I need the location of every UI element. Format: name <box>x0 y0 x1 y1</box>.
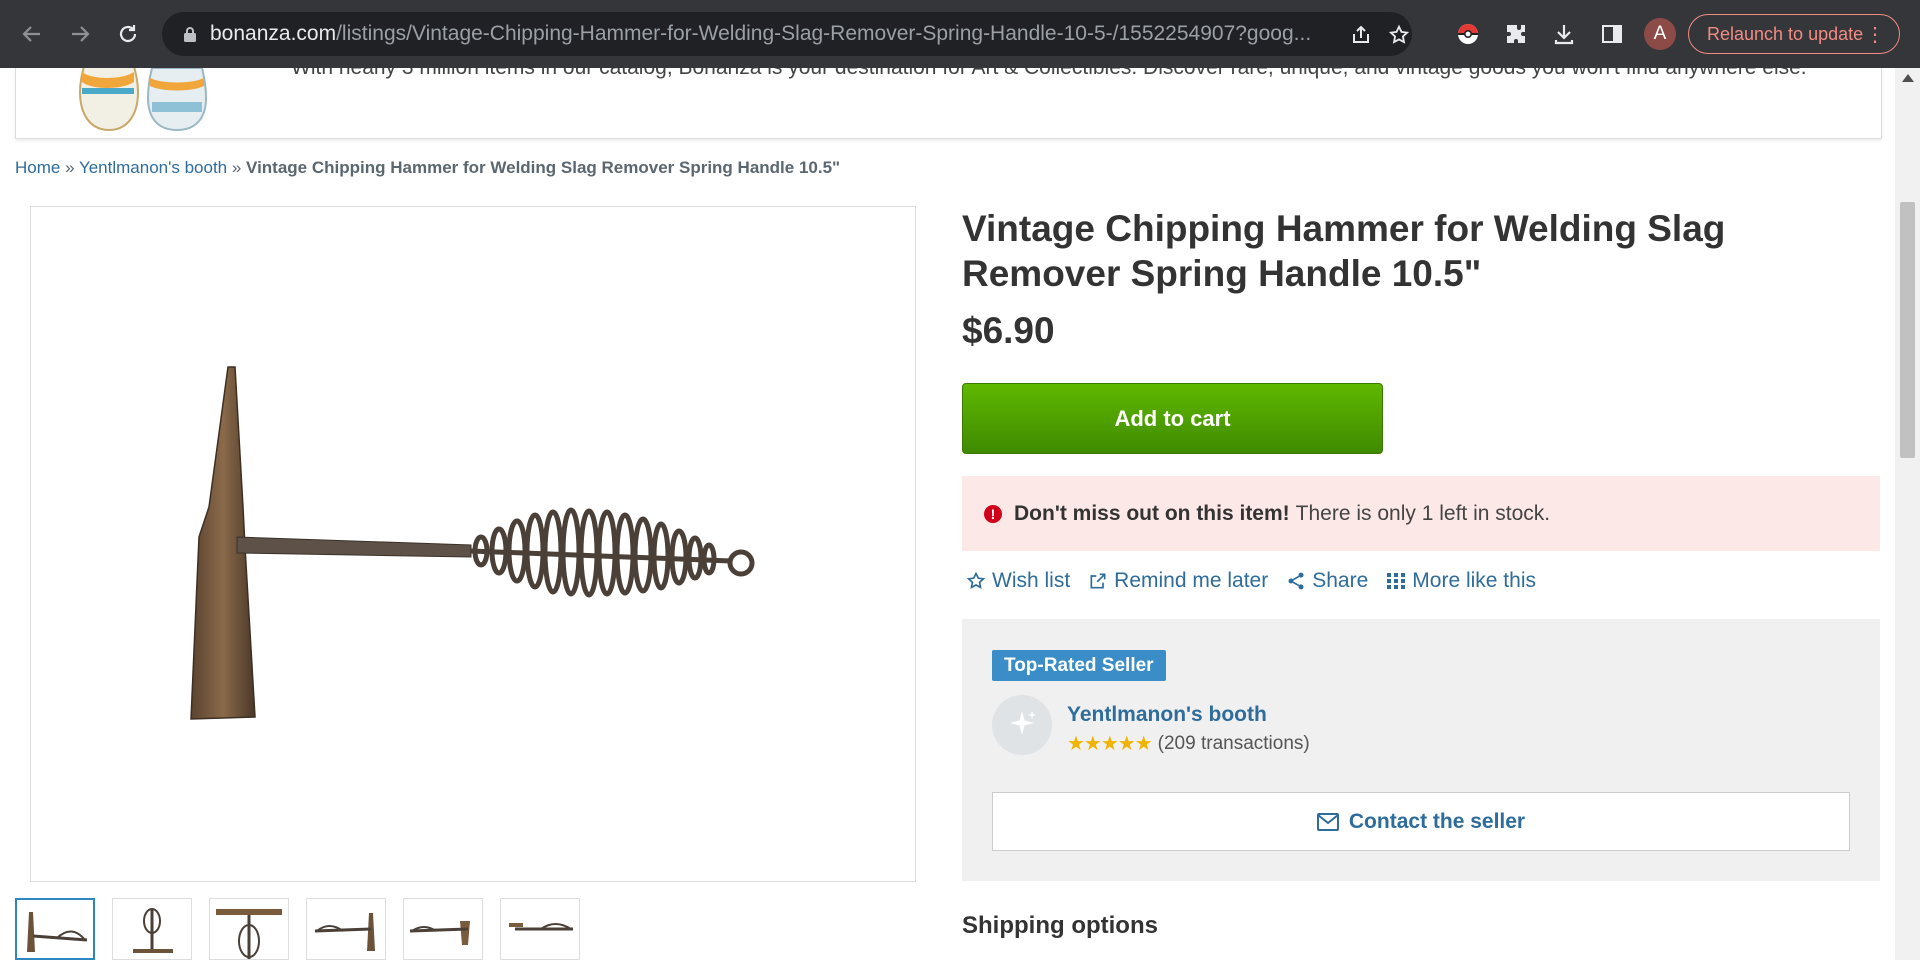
more-like-label: More like this <box>1412 569 1536 592</box>
grid-icon <box>1387 573 1406 589</box>
envelope-icon <box>1316 812 1339 831</box>
wish-list-link[interactable]: Wish list <box>966 569 1070 593</box>
breadcrumb: Home » Yentlmanon's booth » Vintage Chip… <box>15 158 840 178</box>
bookmark-star-icon[interactable] <box>1386 22 1412 48</box>
arrow-left-icon <box>22 26 40 42</box>
relaunch-button[interactable]: Relaunch to update ⋮ <box>1688 14 1900 54</box>
product-price: $6.90 <box>962 310 1055 351</box>
product-thumbnail[interactable] <box>500 898 580 960</box>
back-button[interactable] <box>16 18 48 50</box>
breadcrumb-current: Vintage Chipping Hammer for Welding Slag… <box>246 158 841 177</box>
add-to-cart-button[interactable]: Add to cart <box>962 383 1383 454</box>
transactions-count: (209 transactions) <box>1157 732 1310 754</box>
stock-alert-text: There is only 1 left in stock. <box>1295 501 1551 525</box>
thumbnail-image <box>27 912 88 952</box>
product-thumbnail[interactable] <box>403 898 483 960</box>
browser-toolbar: bonanza.com/listings/Vintage-Chipping-Ha… <box>0 0 1920 68</box>
thumbnail-image <box>216 909 282 959</box>
share-page-icon[interactable] <box>1348 22 1374 48</box>
hammer-photo <box>190 366 755 720</box>
share-square-icon <box>1090 573 1106 589</box>
reload-icon <box>119 25 137 43</box>
thumbnail-image <box>409 921 470 945</box>
remind-me-later-link[interactable]: Remind me later <box>1088 569 1268 593</box>
star-outline-icon <box>966 571 986 589</box>
breadcrumb-home-link[interactable]: Home <box>15 158 60 177</box>
share-nodes-icon <box>1288 572 1304 590</box>
product-thumbnail[interactable] <box>112 898 192 960</box>
seller-name-link[interactable]: Yentlmanon's booth <box>1067 703 1267 727</box>
stock-alert-strong: Don't miss out on this item! <box>1014 501 1290 525</box>
scroll-up-arrow-icon[interactable] <box>1902 74 1914 82</box>
stock-alert: ! Don't miss out on this item! There is … <box>962 476 1880 551</box>
seller-avatar[interactable] <box>992 695 1052 755</box>
breadcrumb-separator: » <box>227 158 247 177</box>
contact-seller-label: Contact the seller <box>1348 809 1526 833</box>
exclamation-icon: ! <box>984 504 1002 523</box>
shipping-options-heading: Shipping options <box>962 912 1158 939</box>
side-panel-icon[interactable] <box>1596 18 1628 50</box>
top-rated-seller-badge: Top-Rated Seller <box>992 650 1166 681</box>
breadcrumb-separator: » <box>60 158 79 177</box>
listing-actions: Wish list Remind me later Share More lik… <box>966 566 1554 596</box>
product-title: Vintage Chipping Hammer for Welding Slag… <box>962 208 1726 294</box>
rating-stars-icon: ★★★★★ <box>1067 733 1153 755</box>
download-icon[interactable] <box>1548 18 1580 50</box>
contact-seller-button[interactable]: Contact the seller <box>992 792 1850 851</box>
banner-text: With nearly 3 million items in our catal… <box>291 68 1807 80</box>
seller-panel: Top-Rated Seller Yentlmanon's booth ★★★★… <box>962 619 1880 881</box>
thumbnail-image <box>314 913 375 951</box>
remind-label: Remind me later <box>1114 569 1269 592</box>
relaunch-label: Relaunch to update <box>1707 23 1864 44</box>
extensions-puzzle-icon[interactable] <box>1500 18 1532 50</box>
product-thumbnail[interactable] <box>15 898 95 960</box>
product-thumbnail[interactable] <box>209 898 289 960</box>
scroll-thumb[interactable] <box>1900 202 1915 458</box>
vases-illustration <box>78 68 208 132</box>
thumbnail-image <box>133 908 173 953</box>
reload-button[interactable] <box>112 18 144 50</box>
more-like-this-link[interactable]: More like this <box>1386 569 1536 593</box>
wish-list-label: Wish list <box>992 569 1071 592</box>
product-thumbnail[interactable] <box>306 898 386 960</box>
arrow-right-icon <box>72 26 90 42</box>
share-label: Share <box>1312 569 1369 592</box>
pokeball-extension-icon[interactable] <box>1452 18 1484 50</box>
share-link[interactable]: Share <box>1286 569 1368 593</box>
thumbnail-image <box>509 923 573 931</box>
product-main-image[interactable] <box>30 206 916 882</box>
forward-button[interactable] <box>64 18 96 50</box>
seller-rating: ★★★★★ (209 transactions) <box>1067 731 1310 756</box>
breadcrumb-booth-link[interactable]: Yentlmanon's booth <box>79 158 227 177</box>
profile-avatar[interactable]: A <box>1644 18 1676 50</box>
page-scrollbar[interactable] <box>1895 68 1920 960</box>
category-banner: With nearly 3 million items in our catal… <box>15 68 1882 139</box>
sparkle-icon <box>1010 711 1036 735</box>
url-text[interactable]: bonanza.com/listings/Vintage-Chipping-Ha… <box>210 22 1330 46</box>
address-bar[interactable]: bonanza.com/listings/Vintage-Chipping-Ha… <box>162 12 1412 56</box>
lock-icon <box>180 24 200 44</box>
menu-dots-icon[interactable]: ⋮ <box>1865 22 1885 47</box>
